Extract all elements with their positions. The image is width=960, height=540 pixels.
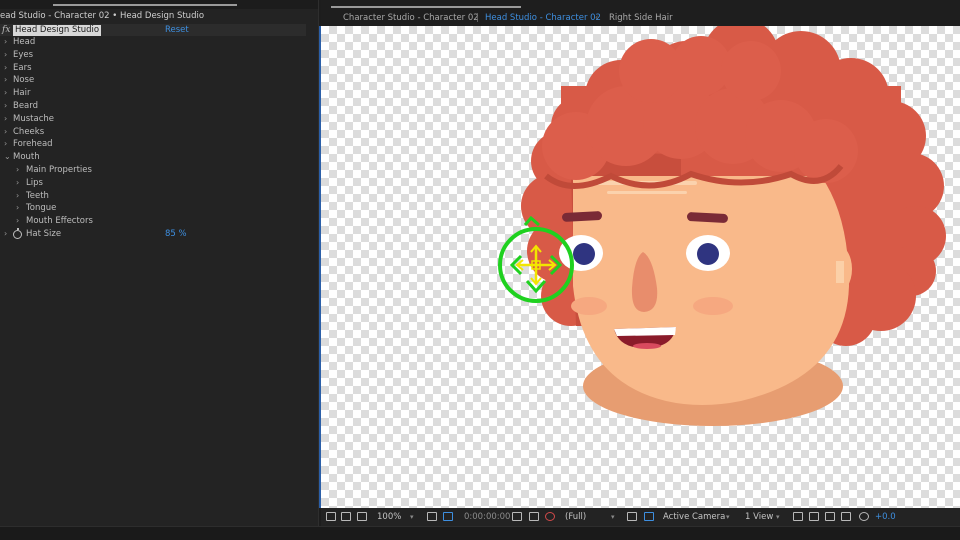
property-row-eyes[interactable]: › Eyes	[0, 49, 306, 62]
timeline-icon[interactable]	[825, 512, 835, 521]
chevron-right-icon[interactable]: ›	[4, 36, 7, 49]
composition-viewer[interactable]	[321, 26, 960, 508]
property-label: Mouth Effectors	[26, 216, 93, 227]
effect-controls-panel: ead Studio - Character 02 • Head Design …	[0, 0, 319, 528]
effect-controls-title: ead Studio - Character 02 • Head Design …	[0, 9, 318, 23]
property-label: Tongue	[26, 203, 57, 214]
viewer-toolbar: 100% ▾ 0:00:00:00 (Full) ▾ Active Camera…	[321, 508, 960, 526]
chevron-right-icon[interactable]: ›	[4, 87, 7, 100]
always-preview-icon[interactable]	[326, 512, 336, 521]
chevron-right-icon[interactable]: ›	[16, 164, 19, 177]
color-channel-icon[interactable]	[545, 512, 555, 521]
chevron-right-icon[interactable]: ›	[16, 215, 19, 228]
effect-header-row[interactable]: fx Head Design Studio Reset	[0, 24, 306, 36]
tab-right-side-hair[interactable]: Right Side Hair	[609, 11, 673, 25]
property-row-hair[interactable]: › Hair	[0, 87, 306, 100]
toggle-pixel-aspect-icon[interactable]	[793, 512, 803, 521]
tab-head-studio[interactable]: Head Studio - Character 02	[485, 11, 601, 25]
reset-button[interactable]: Reset	[165, 24, 189, 36]
property-row-tongue[interactable]: › Tongue	[0, 202, 306, 215]
hat-size-label: Hat Size	[26, 229, 62, 239]
chevron-right-icon[interactable]: ›	[4, 74, 7, 87]
monitor-icon[interactable]	[341, 512, 351, 521]
property-row-lips[interactable]: › Lips	[0, 177, 306, 190]
chevron-right-icon[interactable]: ›	[4, 113, 7, 126]
fit-frame-icon[interactable]	[427, 512, 437, 521]
chevron-down-icon[interactable]: ▾	[410, 508, 414, 526]
fx-icon[interactable]: fx	[2, 24, 10, 36]
property-label: Hair	[13, 88, 31, 99]
property-row-head[interactable]: › Head	[0, 36, 306, 49]
zoom-select[interactable]: 100%	[377, 508, 401, 526]
chevron-down-icon[interactable]: ▾	[726, 508, 730, 526]
property-row-cheeks[interactable]: › Cheeks	[0, 126, 306, 139]
chevron-right-icon[interactable]: ›	[4, 138, 7, 151]
tab-scroll-indicator[interactable]	[331, 6, 521, 8]
chevron-right-icon[interactable]: ›	[16, 190, 19, 203]
chevron-down-icon[interactable]: ▾	[611, 508, 615, 526]
chevron-right-icon[interactable]: ›	[4, 49, 7, 62]
vr-glasses-icon[interactable]	[357, 512, 367, 521]
show-snapshot-icon[interactable]	[529, 512, 539, 521]
property-label: Main Properties	[26, 164, 92, 175]
reset-exposure-icon[interactable]	[859, 512, 869, 521]
property-label: Eyes	[13, 49, 34, 60]
chevron-right-icon[interactable]: ›	[16, 177, 19, 190]
breadcrumb-arrow-icon: ‹	[595, 13, 599, 23]
hat-size-value[interactable]: 85 %	[165, 228, 187, 241]
character-head-artwork	[498, 26, 946, 426]
camera-snapshot-icon[interactable]	[512, 512, 522, 521]
property-row-nose[interactable]: › Nose	[0, 74, 306, 87]
chevron-right-icon[interactable]: ›	[4, 62, 7, 75]
comp-flowchart-icon[interactable]	[841, 512, 851, 521]
stopwatch-icon[interactable]	[13, 228, 22, 239]
property-list: › Head › Eyes › Ears › Nose › Hair › Beard › Mustache…	[0, 36, 306, 228]
chevron-right-icon[interactable]: ›	[4, 228, 7, 241]
property-label: Beard	[13, 100, 39, 111]
property-row-teeth[interactable]: › Teeth	[0, 190, 306, 203]
property-label: Lips	[26, 177, 43, 188]
fast-previews-icon[interactable]	[627, 512, 637, 521]
panel-top-strip	[0, 0, 318, 9]
property-label: Teeth	[26, 190, 49, 201]
transparency-grid-icon[interactable]	[644, 512, 654, 521]
property-label: Nose	[13, 75, 35, 86]
panel-scroll-indicator[interactable]	[53, 4, 237, 6]
camera-select[interactable]: Active Camera	[663, 508, 725, 526]
property-row-main-properties[interactable]: › Main Properties	[0, 164, 306, 177]
property-label: Ears	[13, 62, 32, 73]
property-label: Forehead	[13, 139, 53, 150]
property-row-forehead[interactable]: › Forehead	[0, 138, 306, 151]
current-time[interactable]: 0:00:00:00	[464, 508, 510, 526]
chevron-down-icon[interactable]: ▾	[776, 508, 780, 526]
draft-3d-icon[interactable]	[809, 512, 819, 521]
view-layout-select[interactable]: 1 View	[745, 508, 773, 526]
bottom-status-bar	[0, 526, 960, 540]
property-label: Mustache	[13, 113, 54, 124]
property-row-beard[interactable]: › Beard	[0, 100, 306, 113]
tab-separator-icon: |	[476, 13, 479, 23]
face-shape	[573, 176, 849, 405]
tab-character-studio[interactable]: Character Studio - Character 02	[343, 11, 479, 25]
chevron-down-icon[interactable]: ⌄	[4, 151, 11, 164]
chevron-right-icon[interactable]: ›	[16, 202, 19, 215]
property-row-mouth-effectors[interactable]: › Mouth Effectors	[0, 215, 306, 228]
property-label: Mouth	[13, 152, 40, 163]
property-label: Cheeks	[13, 126, 45, 137]
effect-name[interactable]: Head Design Studio	[13, 25, 102, 36]
chevron-right-icon[interactable]: ›	[4, 100, 7, 113]
composition-tab-bar: Character Studio - Character 02 | Head S…	[321, 0, 960, 26]
exposure-value[interactable]: +0.0	[875, 508, 896, 526]
region-of-interest-icon[interactable]	[443, 512, 453, 521]
property-row-mustache[interactable]: › Mustache	[0, 113, 306, 126]
property-label: Head	[13, 37, 36, 47]
property-row-mouth[interactable]: ⌄ Mouth	[0, 151, 306, 164]
hat-size-row[interactable]: › Hat Size 85 %	[0, 228, 306, 241]
resolution-select[interactable]: (Full)	[565, 508, 586, 526]
property-row-ears[interactable]: › Ears	[0, 62, 306, 75]
chevron-right-icon[interactable]: ›	[4, 126, 7, 139]
